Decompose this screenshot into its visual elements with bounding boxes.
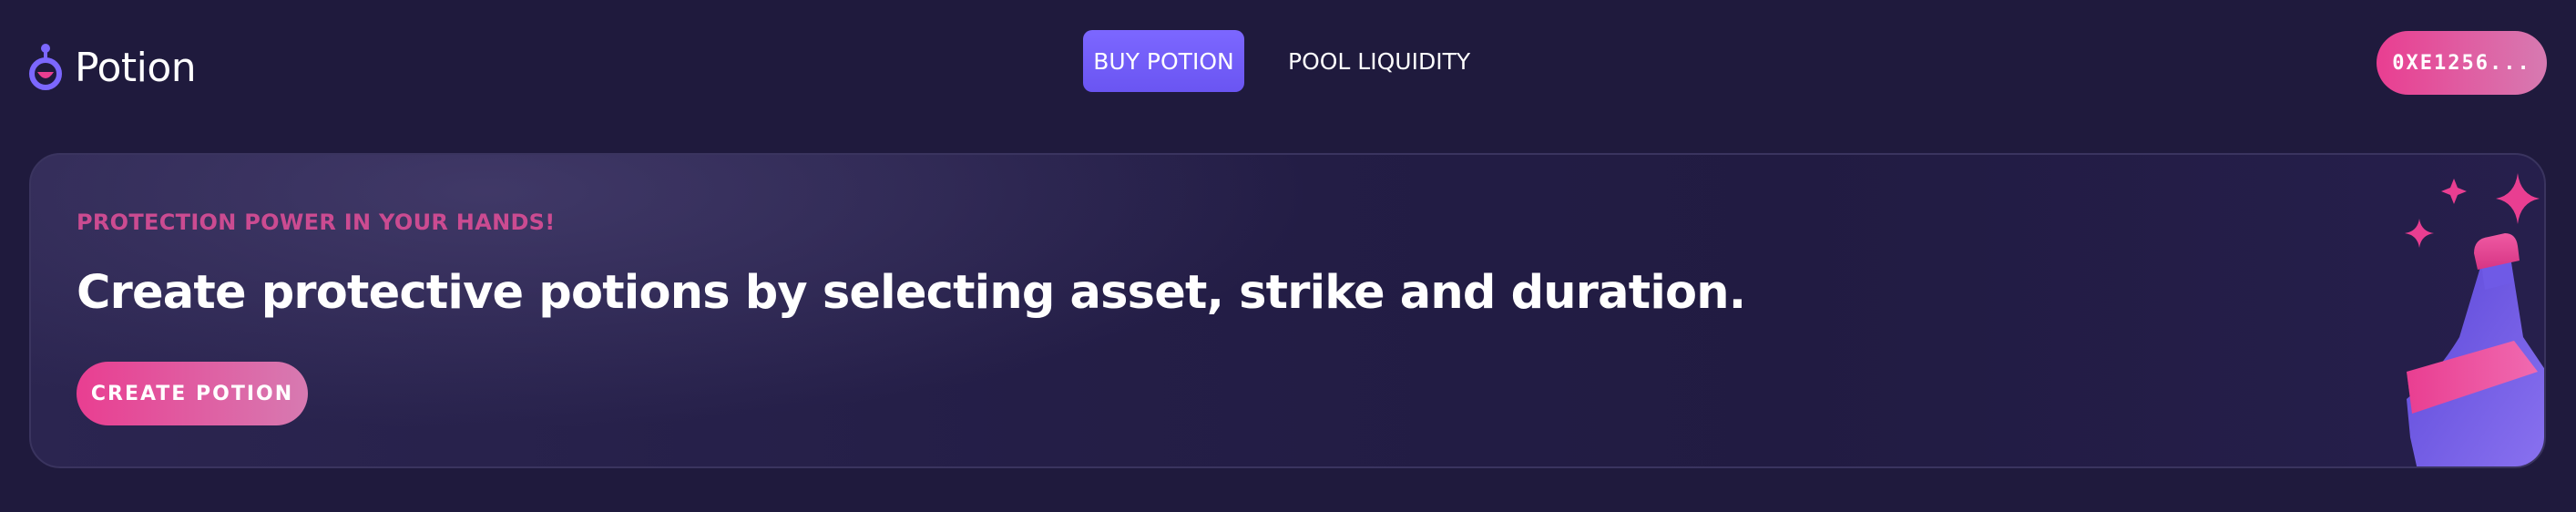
app-name: Potion: [75, 44, 197, 91]
hero-eyebrow: PROTECTION POWER IN YOUR HANDS!: [77, 210, 556, 235]
hero-title: Create protective potions by selecting a…: [77, 266, 1746, 320]
top-navigation-bar: Potion BUY POTION POOL LIQUIDITY 0XE1256…: [0, 0, 2576, 128]
potion-bottle-sparkles-icon: [2405, 173, 2544, 466]
main-nav: BUY POTION POOL LIQUIDITY: [1083, 30, 1472, 92]
hero-banner: PROTECTION POWER IN YOUR HANDS! Create p…: [29, 153, 2546, 468]
app-logo[interactable]: Potion: [27, 38, 197, 97]
create-potion-button[interactable]: CREATE POTION: [77, 362, 308, 425]
potion-flask-icon: [29, 44, 62, 90]
wallet-address-button[interactable]: 0XE1256...: [2377, 31, 2547, 95]
tab-pool-liquidity[interactable]: POOL LIQUIDITY: [1286, 30, 1472, 92]
tab-buy-potion[interactable]: BUY POTION: [1083, 30, 1244, 92]
